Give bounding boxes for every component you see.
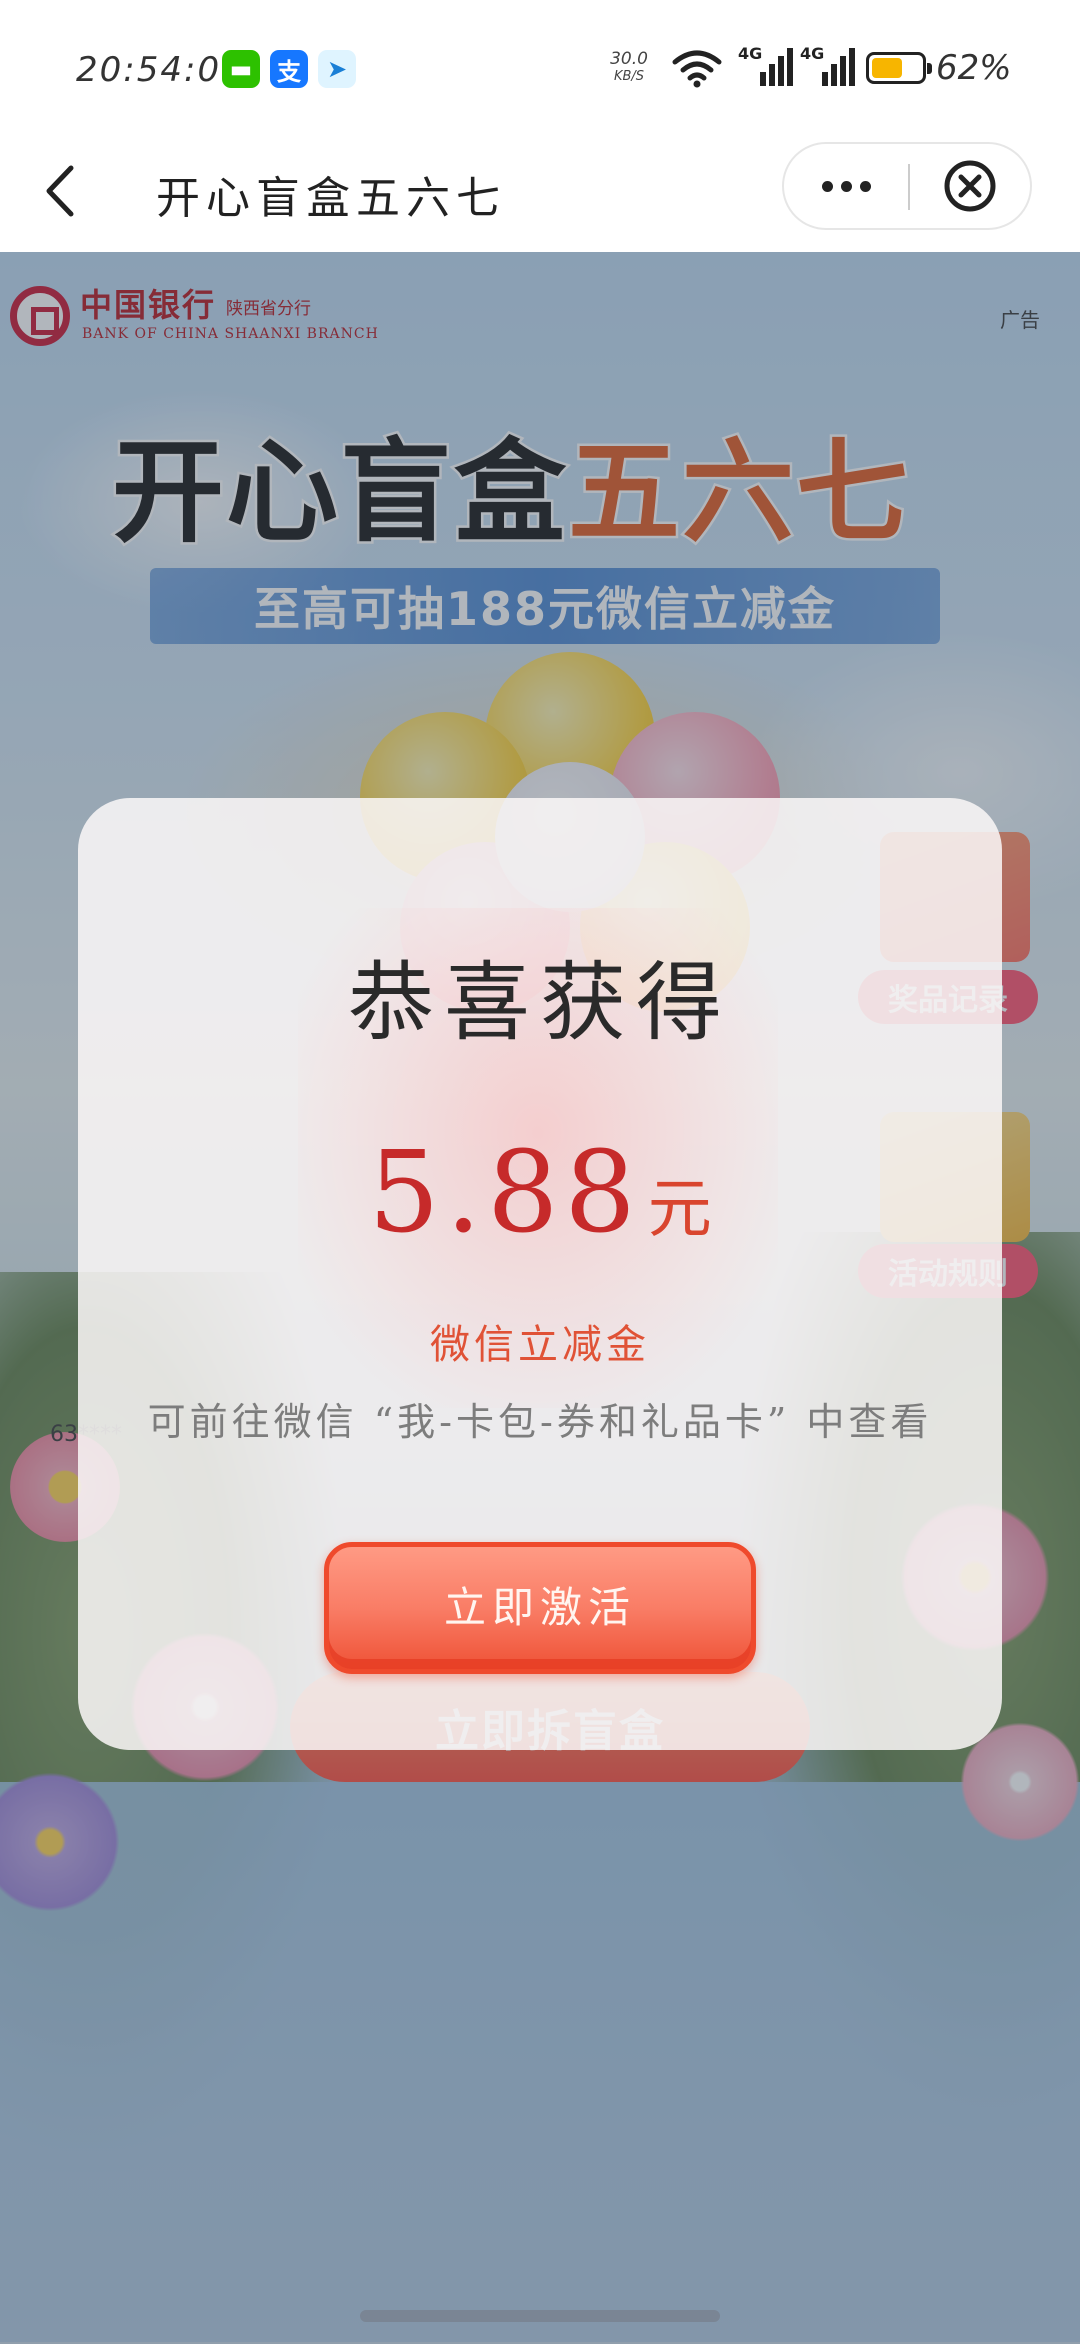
home-indicator[interactable]	[360, 2310, 720, 2322]
reward-amount: 5.88	[368, 1128, 642, 1258]
close-circle-icon	[944, 160, 996, 212]
reward-type: 微信立减金	[430, 1322, 650, 1368]
status-time: 20:54:01	[76, 50, 245, 90]
page-title: 开心盲盒五六七	[156, 173, 506, 224]
reward-description: 可前往微信 “我-卡包-券和礼品卡” 中查看	[147, 1400, 933, 1444]
nav-bar: 开心盲盒五六七	[0, 138, 1080, 252]
modal-title: 恭喜获得	[348, 953, 732, 1053]
reward-modal: 恭喜获得 5.88元 微信立减金 可前往微信 “我-卡包-券和礼品卡” 中查看 …	[78, 798, 1002, 1750]
network-speed-value: 30.0	[610, 49, 648, 69]
wechat-icon: ▬	[222, 50, 260, 88]
reward-amount-row: 5.88元	[78, 1128, 1002, 1258]
activate-button[interactable]: 立即激活	[324, 1542, 756, 1674]
status-bar: 20:54:01 ▬ 支 ➤ 30.0 KB/S 4G 4G 62%	[0, 0, 1080, 138]
network-speed: 30.0 KB/S	[604, 50, 654, 86]
alipay-icon: 支	[270, 50, 308, 88]
signal-icon: 4G	[800, 44, 856, 94]
send-icon: ➤	[318, 50, 356, 88]
more-button[interactable]	[784, 144, 908, 228]
signal-icon: 4G	[738, 44, 794, 94]
signal-label: 4G	[800, 44, 825, 63]
wifi-icon	[672, 50, 722, 88]
network-speed-unit: KB/S	[613, 69, 645, 84]
back-button[interactable]	[30, 156, 90, 226]
reward-unit: 元	[647, 1173, 712, 1247]
battery-fill	[872, 58, 902, 78]
more-dots-icon	[821, 180, 833, 192]
signal-label: 4G	[738, 44, 763, 63]
battery-percent: 62%	[936, 48, 1012, 88]
close-button[interactable]	[910, 144, 1030, 228]
battery-icon	[866, 52, 932, 84]
capsule-menu	[782, 142, 1032, 230]
chevron-left-icon	[46, 165, 74, 217]
